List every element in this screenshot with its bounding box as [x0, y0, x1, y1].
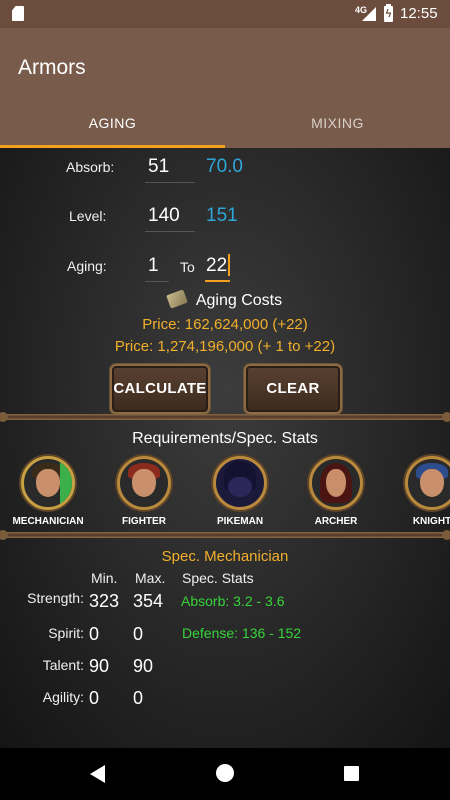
class-name: PIKEMAN — [216, 516, 264, 527]
status-bar: 4G ϟ 12:55 — [0, 0, 450, 28]
calculate-button[interactable]: CALCULATE — [110, 364, 210, 414]
level-result: 151 — [206, 205, 238, 226]
min-header: Min. — [91, 570, 118, 586]
class-name: KNIGHT — [412, 516, 450, 527]
talent-max: 90 — [133, 656, 154, 676]
clear-button[interactable]: CLEAR — [244, 364, 342, 414]
class-pikeman[interactable]: PIKEMAN — [195, 456, 285, 527]
mechanician-avatar-icon — [21, 456, 75, 510]
class-mechanician[interactable]: MECHANICIAN — [3, 456, 93, 527]
aging-to-input[interactable]: 22 — [206, 255, 227, 277]
absorb-input-underline — [145, 182, 195, 183]
agility-label: Agility: — [42, 689, 84, 705]
class-name: MECHANICIAN — [12, 516, 84, 527]
max-header: Max. — [135, 570, 166, 586]
tab-bar: AGING MIXING — [0, 104, 450, 148]
level-input-underline — [145, 231, 195, 232]
fighter-avatar-icon — [117, 456, 171, 510]
network-type: 4G — [355, 5, 368, 15]
requirements-title: Requirements/Spec. Stats — [132, 430, 318, 447]
divider-top — [0, 412, 450, 422]
divider-bottom — [0, 530, 450, 540]
scroll-icon — [166, 289, 188, 309]
knight-avatar-icon — [405, 456, 450, 510]
aging-from-underline — [145, 281, 169, 282]
agility-max: 0 — [133, 688, 144, 708]
level-input[interactable]: 140 — [148, 205, 180, 227]
class-fighter[interactable]: FIGHTER — [99, 456, 189, 527]
text-cursor — [228, 254, 230, 276]
agility-min: 0 — [89, 688, 100, 708]
strength-label: Strength: — [27, 590, 84, 606]
talent-min: 90 — [89, 656, 110, 676]
archer-avatar-icon — [309, 456, 363, 510]
spirit-label: Spirit: — [48, 625, 84, 641]
home-icon[interactable] — [216, 764, 234, 782]
page-title: Armors — [18, 56, 86, 79]
aging-costs-heading: Aging Costs — [0, 289, 450, 310]
battery-charging-icon: ϟ — [384, 4, 393, 22]
absorb-label: Absorb: — [66, 159, 115, 175]
spec-title: Spec. Mechanician — [161, 548, 289, 565]
spirit-min: 0 — [89, 624, 100, 644]
sd-card-icon — [12, 6, 24, 21]
class-name: ARCHER — [314, 516, 358, 527]
aging-from-input[interactable]: 1 — [148, 255, 159, 277]
tab-mixing[interactable]: MIXING — [225, 104, 450, 148]
price-line: Price: 162,624,000 (+22) — [142, 316, 308, 333]
spirit-max: 0 — [133, 624, 144, 644]
spec-stat-defense: Defense: 136 - 152 — [182, 625, 302, 641]
class-knight[interactable]: KNIGHT — [387, 456, 450, 527]
absorb-input[interactable]: 51 — [148, 156, 169, 178]
talent-label: Talent: — [42, 657, 84, 673]
aging-costs-title: Aging Costs — [195, 292, 283, 309]
app-bar: Armors — [0, 28, 450, 104]
strength-max: 354 — [133, 591, 164, 611]
absorb-result: 70.0 — [206, 156, 243, 177]
pikeman-avatar-icon — [213, 456, 267, 510]
spec-stats-header: Spec. Stats — [182, 570, 254, 586]
system-nav-bar — [0, 748, 450, 800]
aging-label: Aging: — [67, 258, 107, 274]
price-total-line: Price: 1,274,196,000 (+ 1 to +22) — [114, 338, 336, 355]
class-name: FIGHTER — [122, 516, 166, 527]
recent-apps-icon[interactable] — [344, 766, 359, 781]
spec-stat-absorb: Absorb: 3.2 - 3.6 — [181, 593, 285, 609]
aging-panel: Absorb: 51 70.0 Level: 140 151 Aging: 1 … — [0, 148, 450, 748]
aging-to-label: To — [180, 259, 195, 275]
class-archer[interactable]: ARCHER — [291, 456, 381, 527]
status-time: 12:55 — [400, 5, 438, 22]
aging-to-underline — [205, 280, 230, 282]
back-icon[interactable] — [90, 765, 105, 783]
tab-aging[interactable]: AGING — [0, 104, 225, 148]
level-label: Level: — [69, 208, 107, 224]
strength-min: 323 — [89, 591, 120, 611]
